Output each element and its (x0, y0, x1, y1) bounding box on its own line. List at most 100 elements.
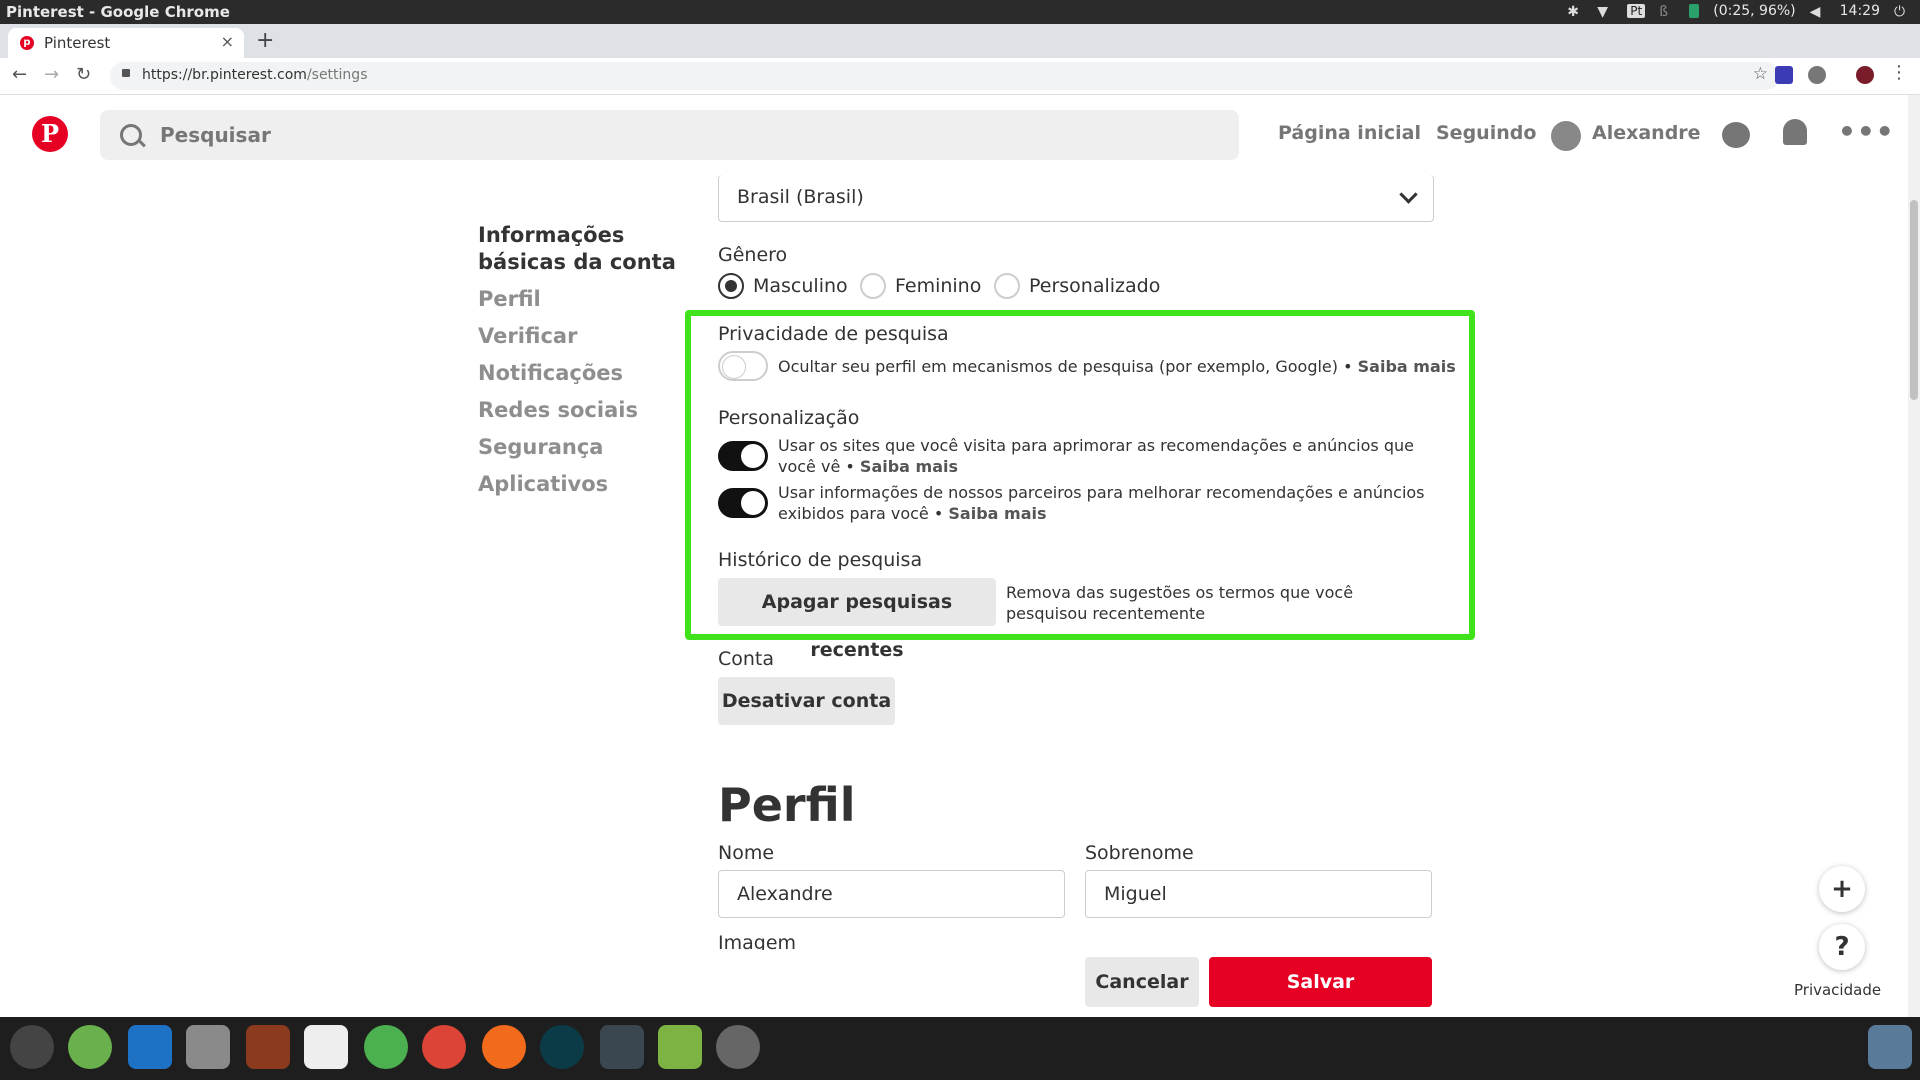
search-history-title: Histórico de pesquisa (718, 549, 923, 571)
learn-more-link[interactable]: Saiba mais (1358, 357, 1456, 376)
address-bar[interactable]: https://br.pinterest.com/settings ☆ (110, 62, 1780, 90)
first-name-field[interactable]: Alexandre (718, 870, 1065, 918)
sidebar-item-basic-info[interactable]: Informações básicas da conta (478, 222, 698, 276)
chrome-menu-icon[interactable]: ⋮ (1890, 62, 1908, 83)
sidebar-item-profile[interactable]: Perfil (478, 287, 541, 311)
back-arrow-icon[interactable]: ← (12, 64, 27, 85)
trash-icon[interactable] (1868, 1025, 1912, 1069)
bluetooth-icon[interactable]: ß (1659, 4, 1675, 20)
learn-more-link[interactable]: Saiba mais (860, 457, 958, 476)
sidebar-item-notifications[interactable]: Notificações (478, 361, 623, 385)
gender-radio-personalizado[interactable] (994, 273, 1020, 299)
chevron-down-icon (1399, 185, 1418, 204)
search-input[interactable]: Pesquisar (100, 110, 1239, 160)
tab-title: Pinterest (44, 34, 111, 52)
search-privacy-toggle[interactable] (718, 351, 768, 381)
personalization-partners-toggle[interactable] (718, 488, 768, 518)
country-select[interactable]: Brasil (Brasil) (718, 175, 1434, 222)
first-name-label: Nome (718, 842, 775, 864)
avatar[interactable] (1551, 121, 1581, 151)
bookmark-star-icon[interactable]: ☆ (1753, 64, 1768, 84)
wifi-icon[interactable]: ▼ (1597, 4, 1613, 20)
android-studio-icon[interactable] (68, 1025, 112, 1069)
battery-status: (0:25, 96%) (1713, 3, 1796, 19)
sidebar-item-social[interactable]: Redes sociais (478, 398, 638, 422)
sidebar-item-security[interactable]: Segurança (478, 435, 603, 459)
volume-icon[interactable]: ◀ (1810, 4, 1826, 20)
pinterest-favicon-icon: p (20, 36, 34, 50)
window-title: Pinterest - Google Chrome (6, 3, 230, 21)
clock[interactable]: 14:29 (1840, 3, 1880, 19)
create-plus-icon[interactable]: + (1819, 866, 1865, 912)
reload-icon[interactable]: ↻ (76, 64, 91, 85)
notifications-bell-icon[interactable] (1783, 119, 1807, 145)
gender-radio-feminino[interactable] (860, 273, 886, 299)
extension-icon[interactable] (1808, 66, 1826, 84)
new-tab-icon[interactable]: + (256, 28, 274, 53)
profile-avatar-icon[interactable] (1856, 66, 1874, 84)
privacy-label[interactable]: Privacidade (1794, 981, 1882, 999)
clear-searches-desc: Remova das sugestões os termos que você … (1006, 583, 1354, 623)
zotero-extension-icon[interactable] (1775, 66, 1793, 84)
settings-icon[interactable]: ✱ (1567, 4, 1583, 20)
profile-heading: Perfil (718, 778, 856, 832)
deactivate-account-button[interactable]: Desativar conta (718, 677, 895, 725)
account-title: Conta (718, 648, 775, 670)
gitkraken-icon[interactable] (540, 1025, 584, 1069)
help-icon[interactable]: ? (1819, 924, 1865, 970)
nav-home[interactable]: Página inicial (1278, 122, 1421, 144)
nav-profile-name[interactable]: Alexandre (1592, 122, 1701, 144)
tab-pinterest[interactable]: p Pinterest × (8, 28, 244, 58)
files-icon[interactable] (186, 1025, 230, 1069)
vscode-icon[interactable] (128, 1025, 172, 1069)
gender-radio-masculino[interactable] (718, 273, 744, 299)
battery-icon[interactable] (1689, 4, 1700, 18)
page-scrollbar[interactable] (1908, 95, 1920, 1017)
sidebar-item-verify[interactable]: Verificar (478, 324, 577, 348)
search-placeholder: Pesquisar (160, 123, 271, 147)
postman-icon[interactable] (482, 1025, 526, 1069)
messages-icon[interactable] (1722, 122, 1750, 148)
learn-more-link[interactable]: Saiba mais (948, 504, 1046, 523)
gender-option-feminino[interactable]: Feminino (895, 275, 981, 297)
lock-icon (122, 69, 130, 77)
save-settings-button[interactable]: Salvar configurações (1209, 957, 1432, 1043)
country-value: Brasil (Brasil) (737, 186, 864, 208)
cancel-button[interactable]: Cancelar (1085, 957, 1199, 1007)
pinterest-logo-icon[interactable]: P (32, 116, 68, 152)
personalization-title: Personalização (718, 407, 860, 429)
close-tab-icon[interactable]: × (221, 32, 234, 51)
personalization-sites-toggle[interactable] (718, 441, 768, 471)
ubuntu-launcher-icon[interactable] (10, 1025, 54, 1069)
search-icon (120, 124, 142, 146)
scroll-thumb[interactable] (1910, 200, 1918, 400)
chrome-icon[interactable] (422, 1025, 466, 1069)
gimp-icon[interactable] (716, 1025, 760, 1069)
more-options-icon[interactable]: ••• (1838, 115, 1895, 148)
forward-arrow-icon[interactable]: → (44, 64, 59, 85)
last-name-label: Sobrenome (1085, 842, 1194, 864)
pinterest-header: P Pesquisar Página inicial Seguindo Alex… (0, 95, 1908, 175)
personalization-sites-desc: Usar os sites que você visita para aprim… (778, 436, 1414, 476)
terminal-icon[interactable] (600, 1025, 644, 1069)
clear-searches-button[interactable]: Apagar pesquisas recentes (718, 578, 996, 661)
keyboard-layout[interactable]: Pt (1627, 4, 1646, 18)
sidebar-item-apps[interactable]: Aplicativos (478, 472, 608, 496)
image-label: Imagem (718, 932, 797, 950)
slack-icon[interactable] (304, 1025, 348, 1069)
os-dock (0, 1017, 1920, 1080)
power-icon[interactable]: ⏻ (1894, 4, 1910, 20)
browser-tab-strip: p Pinterest × + (0, 24, 1920, 58)
gender-label: Gênero (718, 244, 788, 266)
last-name-field[interactable]: Miguel (1085, 870, 1432, 918)
android-emulator-icon[interactable] (658, 1025, 702, 1069)
gender-option-masculino[interactable]: Masculino (753, 275, 848, 297)
search-privacy-desc: Ocultar seu perfil em mecanismos de pesq… (778, 357, 1456, 376)
gender-option-personalizado[interactable]: Personalizado (1029, 275, 1160, 297)
system-tray: ✱ ▼ Pt ß (0:25, 96%) ◀ 14:29 ⏻ (1567, 3, 1910, 20)
url-text: https://br.pinterest.com/settings (142, 67, 368, 83)
atom-icon[interactable] (364, 1025, 408, 1069)
nav-following[interactable]: Seguindo (1436, 122, 1536, 144)
os-title-bar: Pinterest - Google Chrome ✱ ▼ Pt ß (0:25… (0, 0, 1920, 24)
book-icon[interactable] (246, 1025, 290, 1069)
